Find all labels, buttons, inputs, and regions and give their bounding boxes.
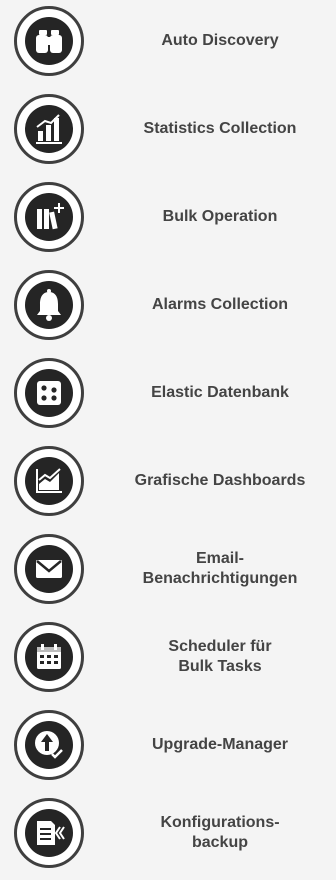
feature-label: Statistics Collection bbox=[143, 120, 297, 137]
database-dots-icon bbox=[14, 358, 84, 428]
feature-item-upgrade-manager: Upgrade-Manager bbox=[0, 704, 336, 792]
feature-label: Elastic Datenbank bbox=[151, 384, 289, 401]
feature-item-alarms-collection: Alarms Collection bbox=[0, 264, 336, 352]
feature-item-bulk-operation: Bulk Operation bbox=[0, 176, 336, 264]
feature-item-email-benachrichtigungen: Email- Benachrichtigungen bbox=[0, 528, 336, 616]
bulk-books-icon bbox=[14, 182, 84, 252]
feature-label: Auto Discovery bbox=[161, 32, 279, 49]
feature-list: Auto Discovery Statistics Collection Bul… bbox=[0, 0, 336, 874]
feature-item-konfigurations-backup: Konfigurations- backup bbox=[0, 792, 336, 880]
feature-label: Email- Benachrichtigungen bbox=[142, 550, 298, 587]
feature-item-statistics-collection: Statistics Collection bbox=[0, 88, 336, 176]
feature-item-grafische-dashboards: Grafische Dashboards bbox=[0, 440, 336, 528]
feature-item-scheduler: Scheduler für Bulk Tasks bbox=[0, 616, 336, 704]
binoculars-icon bbox=[14, 6, 84, 76]
envelope-icon bbox=[14, 534, 84, 604]
feature-item-elastic-datenbank: Elastic Datenbank bbox=[0, 352, 336, 440]
feature-label: Bulk Operation bbox=[162, 208, 278, 225]
feature-label: Scheduler für Bulk Tasks bbox=[168, 638, 272, 675]
calendar-icon bbox=[14, 622, 84, 692]
area-chart-icon bbox=[14, 446, 84, 516]
feature-label: Konfigurations- backup bbox=[160, 814, 280, 851]
bell-icon bbox=[14, 270, 84, 340]
upgrade-arrow-icon bbox=[14, 710, 84, 780]
config-backup-icon bbox=[14, 798, 84, 868]
feature-item-auto-discovery: Auto Discovery bbox=[0, 0, 336, 88]
feature-label: Upgrade-Manager bbox=[151, 736, 289, 753]
statistics-chart-icon bbox=[14, 94, 84, 164]
feature-label: Grafische Dashboards bbox=[134, 472, 306, 489]
feature-label: Alarms Collection bbox=[151, 296, 289, 313]
